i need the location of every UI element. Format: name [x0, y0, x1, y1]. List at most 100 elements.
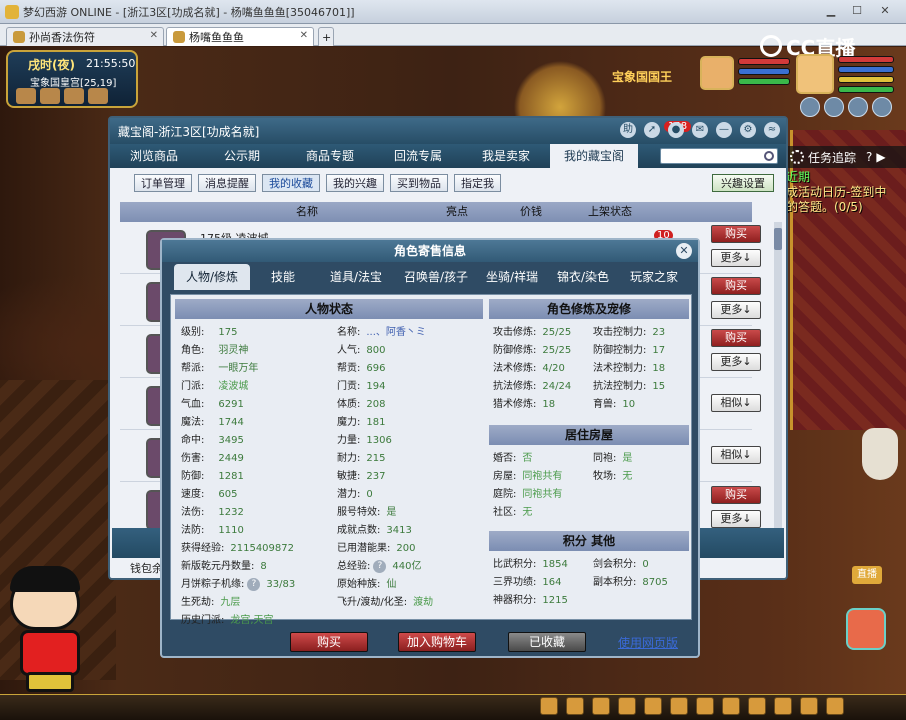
bag-icon[interactable] — [566, 697, 584, 715]
tab-home[interactable]: 玩家之家 — [618, 264, 690, 290]
similar-button[interactable]: 相似↓ — [711, 446, 761, 464]
tab-items[interactable]: 道具/法宝 — [316, 264, 396, 290]
guild-icon[interactable] — [696, 697, 714, 715]
player-avatar[interactable] — [796, 54, 834, 94]
stat-label: 敏捷: — [337, 471, 361, 482]
modal-buy-button[interactable]: 购买 — [290, 632, 368, 652]
tab-character[interactable]: 人物/修炼 — [174, 264, 250, 290]
stop-icon[interactable]: ● — [668, 122, 684, 138]
favorited-button[interactable]: 已收藏 — [508, 632, 586, 652]
tab-pets[interactable]: 召唤兽/孩子 — [396, 264, 476, 290]
trade-icon[interactable] — [670, 697, 688, 715]
help-icon[interactable]: ? — [373, 559, 387, 573]
settings-icon[interactable] — [800, 97, 820, 117]
friend-icon[interactable] — [722, 697, 740, 715]
team-icon[interactable] — [644, 697, 662, 715]
window-titlebar: 梦幻西游 ONLINE - [浙江3区[功成名就] - 杨嘴鱼鱼鱼[350467… — [0, 0, 906, 24]
stat-item: 生死劫: 九层 — [181, 593, 240, 608]
skill-icon[interactable] — [748, 697, 766, 715]
more-button[interactable]: 更多↓ — [711, 510, 761, 528]
tab-outfits[interactable]: 锦衣/染色 — [548, 264, 618, 290]
nav-public[interactable]: 公示期 — [198, 144, 286, 168]
pet-avatar[interactable] — [700, 56, 734, 90]
more-button[interactable]: 更多↓ — [711, 353, 761, 371]
stat-label: 婚否: — [493, 453, 517, 464]
stat-value: 605 — [218, 489, 238, 500]
maximize-button[interactable]: ☐ — [848, 3, 866, 19]
book-icon[interactable] — [64, 88, 84, 104]
nav-my-pavilion[interactable]: 我的藏宝阁 — [550, 144, 638, 168]
subnav-orders[interactable]: 订单管理 — [134, 174, 192, 192]
task-icon[interactable] — [618, 697, 636, 715]
nav-browse[interactable]: 浏览商品 — [110, 144, 198, 168]
buy-button[interactable]: 购买 — [711, 277, 761, 295]
interest-settings-button[interactable]: 兴趣设置 — [712, 174, 774, 192]
subnav-assigned[interactable]: 指定我 — [454, 174, 501, 192]
map-icon[interactable] — [16, 88, 36, 104]
list-scrollbar[interactable] — [774, 222, 782, 534]
minimize-icon[interactable]: — — [716, 122, 732, 138]
shop-icon[interactable] — [800, 697, 818, 715]
subnav-favorites[interactable]: 我的收藏 — [262, 174, 320, 192]
shield-icon[interactable] — [872, 97, 892, 117]
help-icon[interactable]: 助 — [620, 122, 636, 138]
tab-active[interactable]: 杨嘴鱼鱼鱼 ✕ — [166, 27, 314, 46]
message-icon[interactable]: ✉ — [692, 122, 708, 138]
more-button[interactable]: 更多↓ — [711, 301, 761, 319]
subnav-messages[interactable]: 消息提醒 — [198, 174, 256, 192]
close-tab-icon[interactable]: ✕ — [150, 30, 158, 41]
globe-icon[interactable] — [40, 88, 60, 104]
minimize-button[interactable]: ▁ — [822, 3, 840, 19]
close-icon[interactable]: ✕ — [676, 243, 692, 259]
chat-icon[interactable] — [540, 697, 558, 715]
subnav-bought[interactable]: 买到物品 — [390, 174, 448, 192]
moon-icon[interactable] — [824, 97, 844, 117]
helper-avatar[interactable] — [846, 608, 886, 650]
more-button[interactable]: 更多↓ — [711, 249, 761, 267]
window-header-icons: 助 ➚ ● ✉ — ⚙ ≈ — [620, 122, 780, 138]
wifi-icon[interactable]: ≈ — [764, 122, 780, 138]
tab-skills[interactable]: 技能 — [250, 264, 316, 290]
add-cart-button[interactable]: 加入购物车 — [398, 632, 476, 652]
tab-inactive[interactable]: 孙尚香法伤符 ✕ — [6, 27, 164, 46]
pet-icon[interactable] — [592, 697, 610, 715]
tab-mounts[interactable]: 坐骑/祥瑞 — [476, 264, 548, 290]
nav-seller[interactable]: 我是卖家 — [462, 144, 550, 168]
stat-label: 社区: — [493, 507, 517, 518]
buy-button[interactable]: 购买 — [711, 329, 761, 347]
similar-button[interactable]: 相似↓ — [711, 394, 761, 412]
book-icon[interactable] — [774, 697, 792, 715]
stat-label: 潜力: — [337, 489, 361, 500]
web-version-link[interactable]: 使用网页版 — [618, 634, 678, 651]
stat-value: 1232 — [218, 507, 244, 518]
close-tab-icon[interactable]: ✕ — [300, 30, 308, 41]
nav-return[interactable]: 回流专属 — [374, 144, 462, 168]
help-icon[interactable]: ? — [247, 577, 261, 591]
stat-value: 1110 — [218, 525, 244, 536]
nav-topics[interactable]: 商品专题 — [286, 144, 374, 168]
new-tab-button[interactable]: + — [318, 27, 334, 46]
sword-icon[interactable] — [848, 97, 868, 117]
col-status: 上架状态 — [588, 205, 632, 218]
gear-icon[interactable] — [790, 150, 804, 164]
task-tracking-bar[interactable]: 任务追踪 ? ▶ — [786, 146, 906, 168]
mascot-character — [4, 560, 124, 710]
buy-button[interactable]: 购买 — [711, 225, 761, 243]
share-icon[interactable]: ➚ — [644, 122, 660, 138]
task-text[interactable]: 近期 成活动日历-签到中 的答题。(0/5) — [786, 170, 906, 215]
close-button[interactable]: ✕ — [876, 3, 894, 19]
scroll-thumb[interactable] — [774, 228, 782, 250]
help-icon[interactable]: ? — [866, 150, 872, 164]
buy-button[interactable]: 购买 — [711, 486, 761, 504]
gear-icon[interactable]: ⚙ — [740, 122, 756, 138]
game-tab-icon — [173, 31, 185, 43]
search-input[interactable] — [660, 148, 778, 164]
system-icon[interactable] — [826, 697, 844, 715]
subnav-interests[interactable]: 我的兴趣 — [326, 174, 384, 192]
clock-time: 21:55:50 — [86, 57, 136, 70]
calendar-icon[interactable] — [88, 88, 108, 104]
arrow-right-icon[interactable]: ▶ — [876, 150, 885, 164]
stat-label: 育兽: — [593, 399, 617, 410]
search-icon[interactable] — [764, 151, 774, 161]
live-button[interactable]: 直播 — [852, 566, 882, 584]
